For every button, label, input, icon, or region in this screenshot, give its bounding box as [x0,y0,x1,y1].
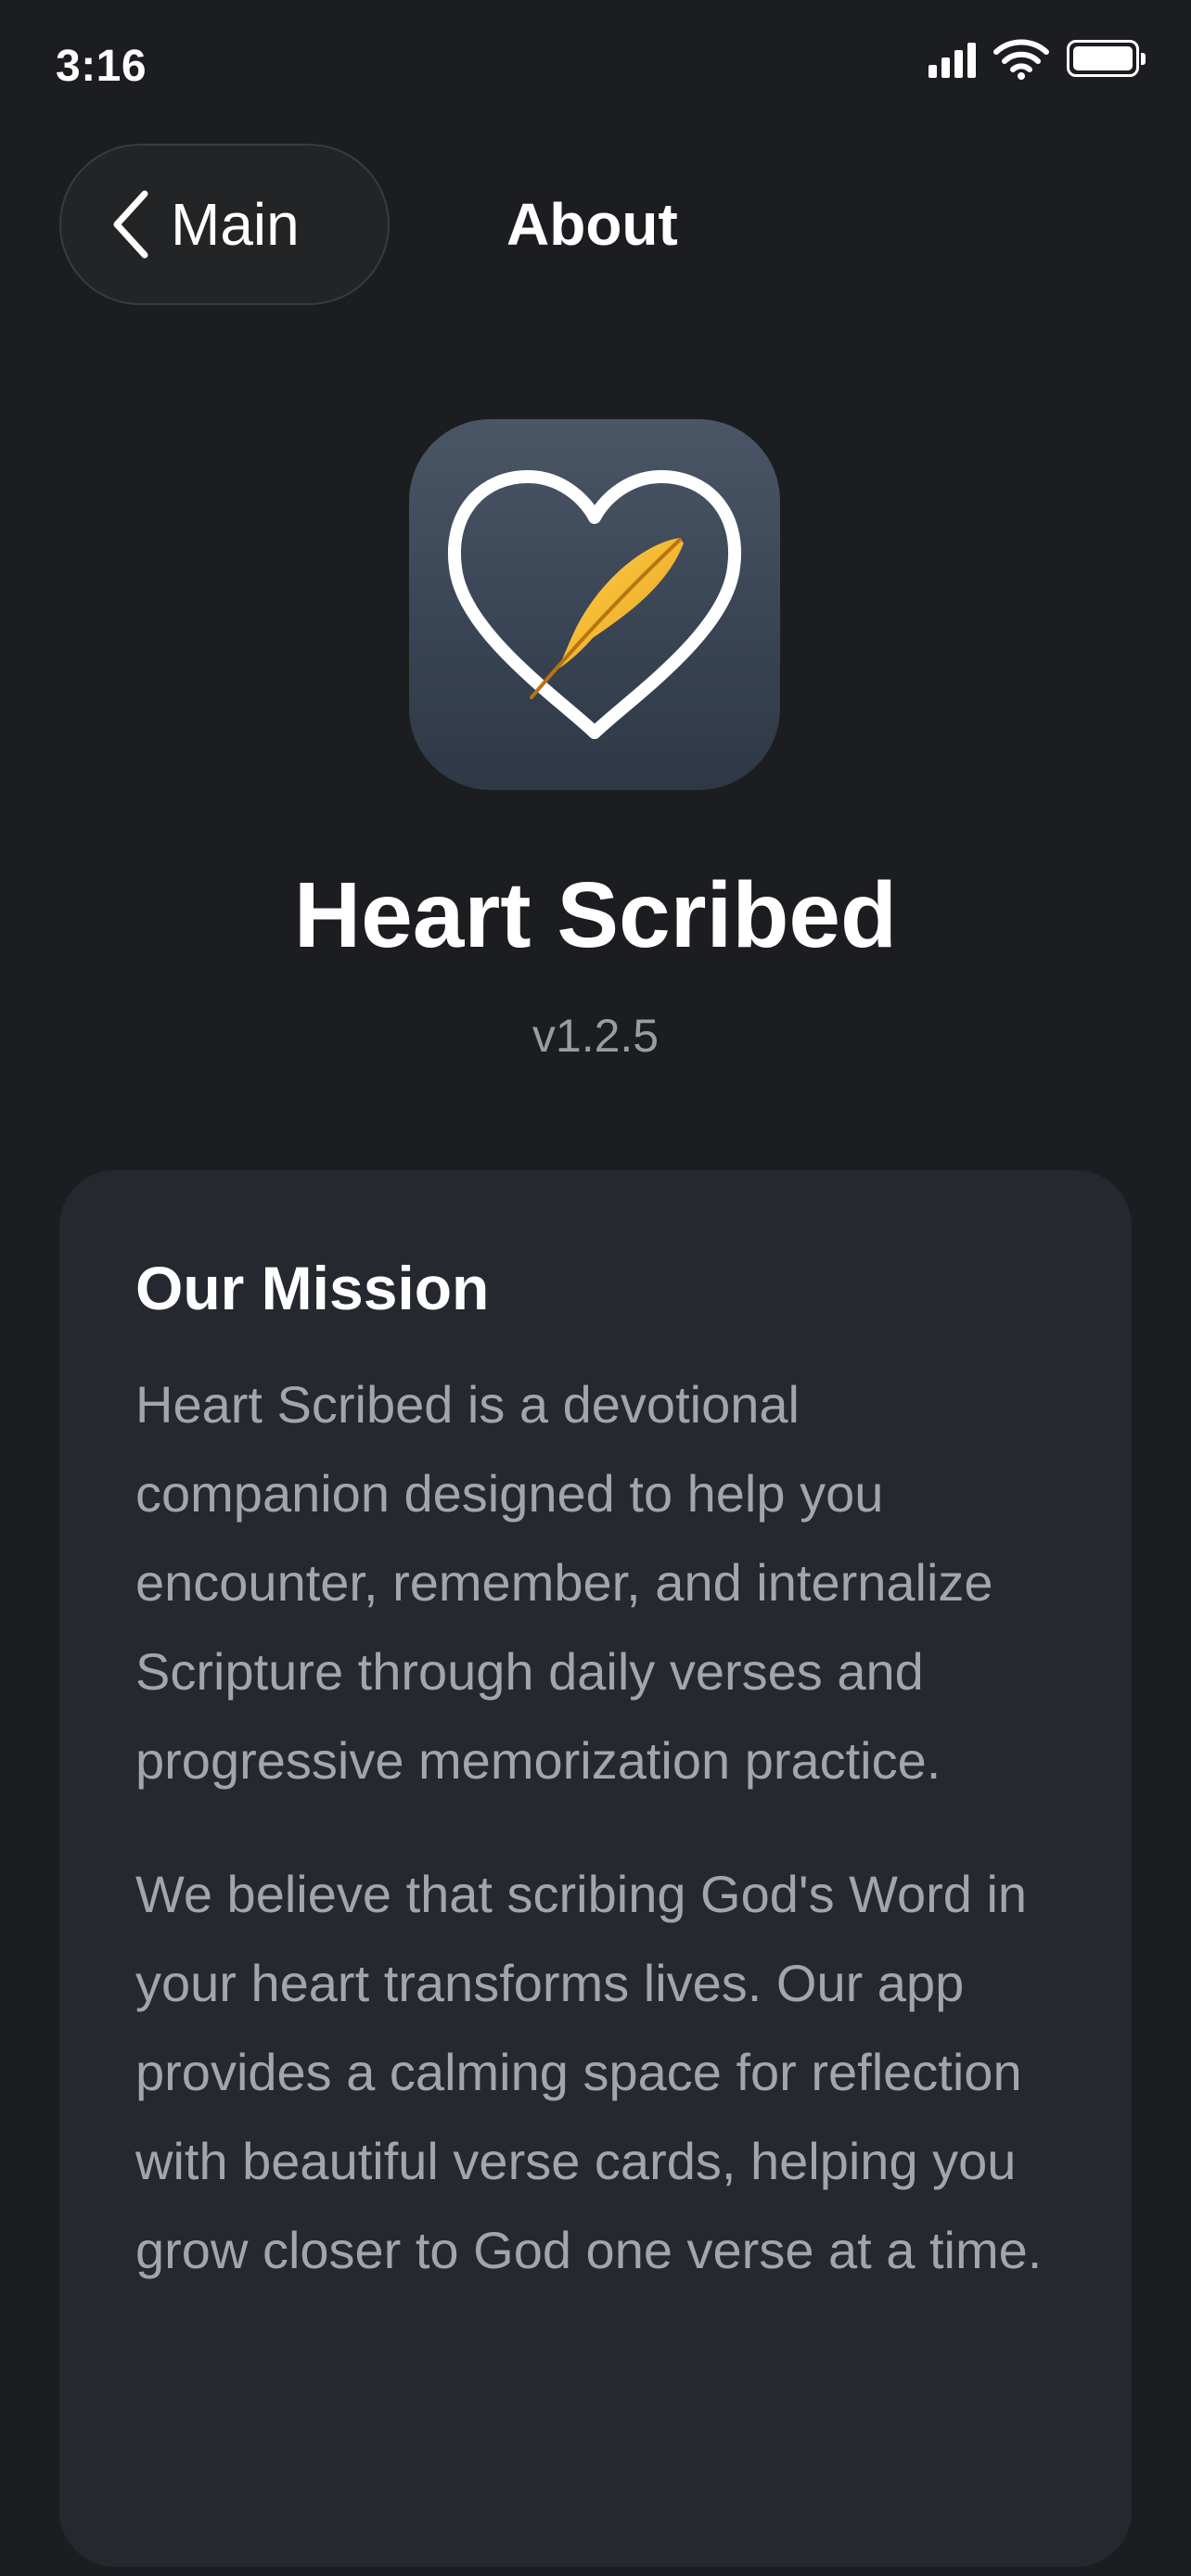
page-title: About [506,191,678,258]
battery-icon [1067,40,1146,77]
mission-paragraph-1: Heart Scribed is a devotional companion … [135,1375,993,1791]
status-time: 3:16 [56,42,147,91]
status-icons [928,37,1146,80]
signal-icon [928,39,976,78]
mission-card: Our Mission Heart Scribed is a devotiona… [59,1170,1132,2567]
chevron-left-icon [113,190,148,259]
wifi-icon [993,39,1049,80]
app-version: v1.2.5 [531,1010,660,1062]
status-bar: 3:16 [0,0,1191,139]
app-logo-icon [409,419,780,790]
app-name: Heart Scribed [293,863,898,967]
mission-title: Our Mission [135,1254,490,1322]
mission-paragraph-2: We believe that scribing God's Word in y… [135,1865,1043,2280]
back-button[interactable]: Main [59,144,390,305]
back-button-label: Main [171,191,300,258]
